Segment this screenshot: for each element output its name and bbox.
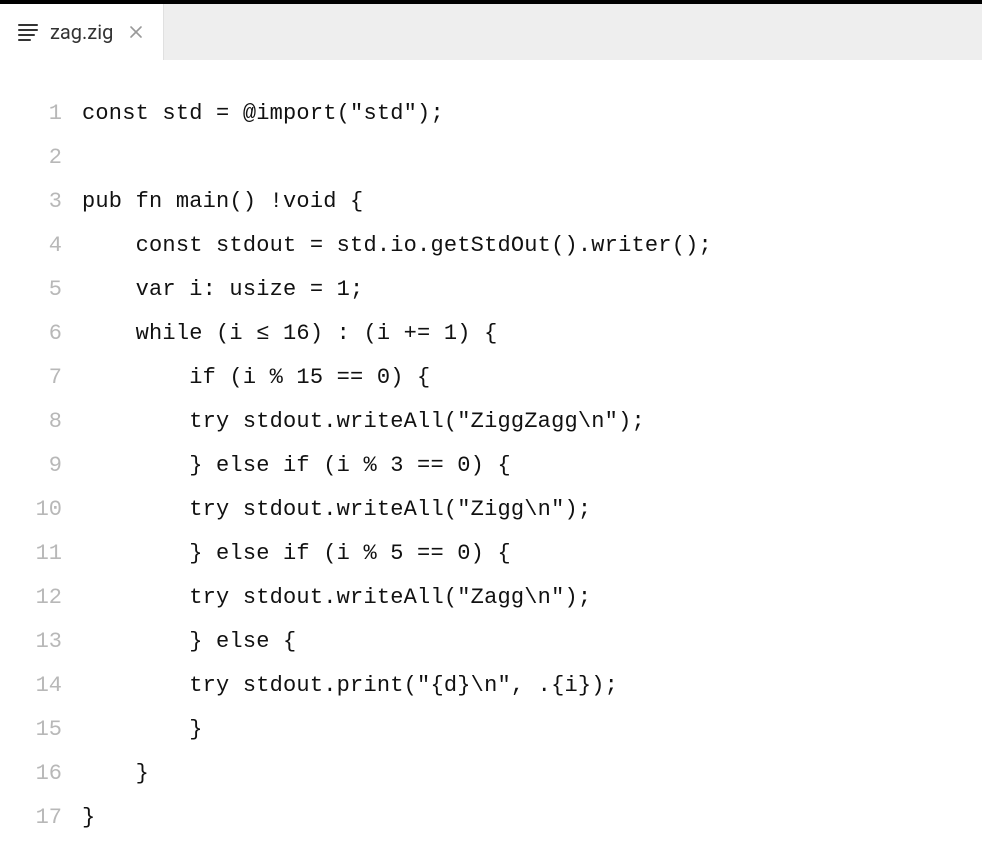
line-content: } else if (i % 3 == 0) { (82, 444, 511, 488)
tab-zag-zig[interactable]: zag.zig (0, 4, 164, 60)
line-content: const std = @import("std"); (82, 92, 444, 136)
file-lines-icon (16, 20, 40, 44)
line-content: if (i % 15 == 0) { (82, 356, 430, 400)
line-number: 13 (0, 620, 82, 664)
line-content: try stdout.writeAll("Zagg\n"); (82, 576, 591, 620)
line-content: } (82, 752, 149, 796)
code-line: 14 try stdout.print("{d}\n", .{i}); (0, 664, 982, 708)
line-number: 7 (0, 356, 82, 400)
tab-bar: zag.zig (0, 4, 982, 60)
line-number: 5 (0, 268, 82, 312)
line-content: var i: usize = 1; (82, 268, 363, 312)
code-line: 9 } else if (i % 3 == 0) { (0, 444, 982, 488)
line-number: 15 (0, 708, 82, 752)
line-content: while (i ≤ 16) : (i += 1) { (82, 312, 497, 356)
line-number: 1 (0, 92, 82, 136)
code-line: 4 const stdout = std.io.getStdOut().writ… (0, 224, 982, 268)
line-number: 8 (0, 400, 82, 444)
code-line: 8 try stdout.writeAll("ZiggZagg\n"); (0, 400, 982, 444)
line-content: try stdout.writeAll("ZiggZagg\n"); (82, 400, 645, 444)
line-number: 6 (0, 312, 82, 356)
code-line: 1 const std = @import("std"); (0, 92, 982, 136)
code-line: 5 var i: usize = 1; (0, 268, 982, 312)
line-number: 2 (0, 136, 82, 180)
line-number: 14 (0, 664, 82, 708)
line-content: const stdout = std.io.getStdOut().writer… (82, 224, 712, 268)
code-line: 15 } (0, 708, 982, 752)
tab-label: zag.zig (50, 20, 113, 44)
line-content: try stdout.print("{d}\n", .{i}); (82, 664, 618, 708)
code-line: 10 try stdout.writeAll("Zigg\n"); (0, 488, 982, 532)
code-editor[interactable]: 1 const std = @import("std"); 2 3 pub fn… (0, 60, 982, 860)
code-line: 3 pub fn main() !void { (0, 180, 982, 224)
code-line: 17 } (0, 796, 982, 840)
line-content: } (82, 708, 203, 752)
line-number: 12 (0, 576, 82, 620)
code-line: 2 (0, 136, 982, 180)
line-content: try stdout.writeAll("Zigg\n"); (82, 488, 591, 532)
line-number: 16 (0, 752, 82, 796)
line-number: 17 (0, 796, 82, 840)
code-line: 11 } else if (i % 5 == 0) { (0, 532, 982, 576)
line-content: pub fn main() !void { (82, 180, 363, 224)
line-content: } (82, 796, 95, 840)
line-content: } else if (i % 5 == 0) { (82, 532, 511, 576)
line-content: } else { (82, 620, 296, 664)
line-number: 11 (0, 532, 82, 576)
line-number: 3 (0, 180, 82, 224)
line-number: 9 (0, 444, 82, 488)
code-line: 7 if (i % 15 == 0) { (0, 356, 982, 400)
code-line: 13 } else { (0, 620, 982, 664)
code-line: 16 } (0, 752, 982, 796)
line-number: 10 (0, 488, 82, 532)
code-line: 12 try stdout.writeAll("Zagg\n"); (0, 576, 982, 620)
line-number: 4 (0, 224, 82, 268)
close-icon[interactable] (127, 23, 145, 41)
code-line: 6 while (i ≤ 16) : (i += 1) { (0, 312, 982, 356)
